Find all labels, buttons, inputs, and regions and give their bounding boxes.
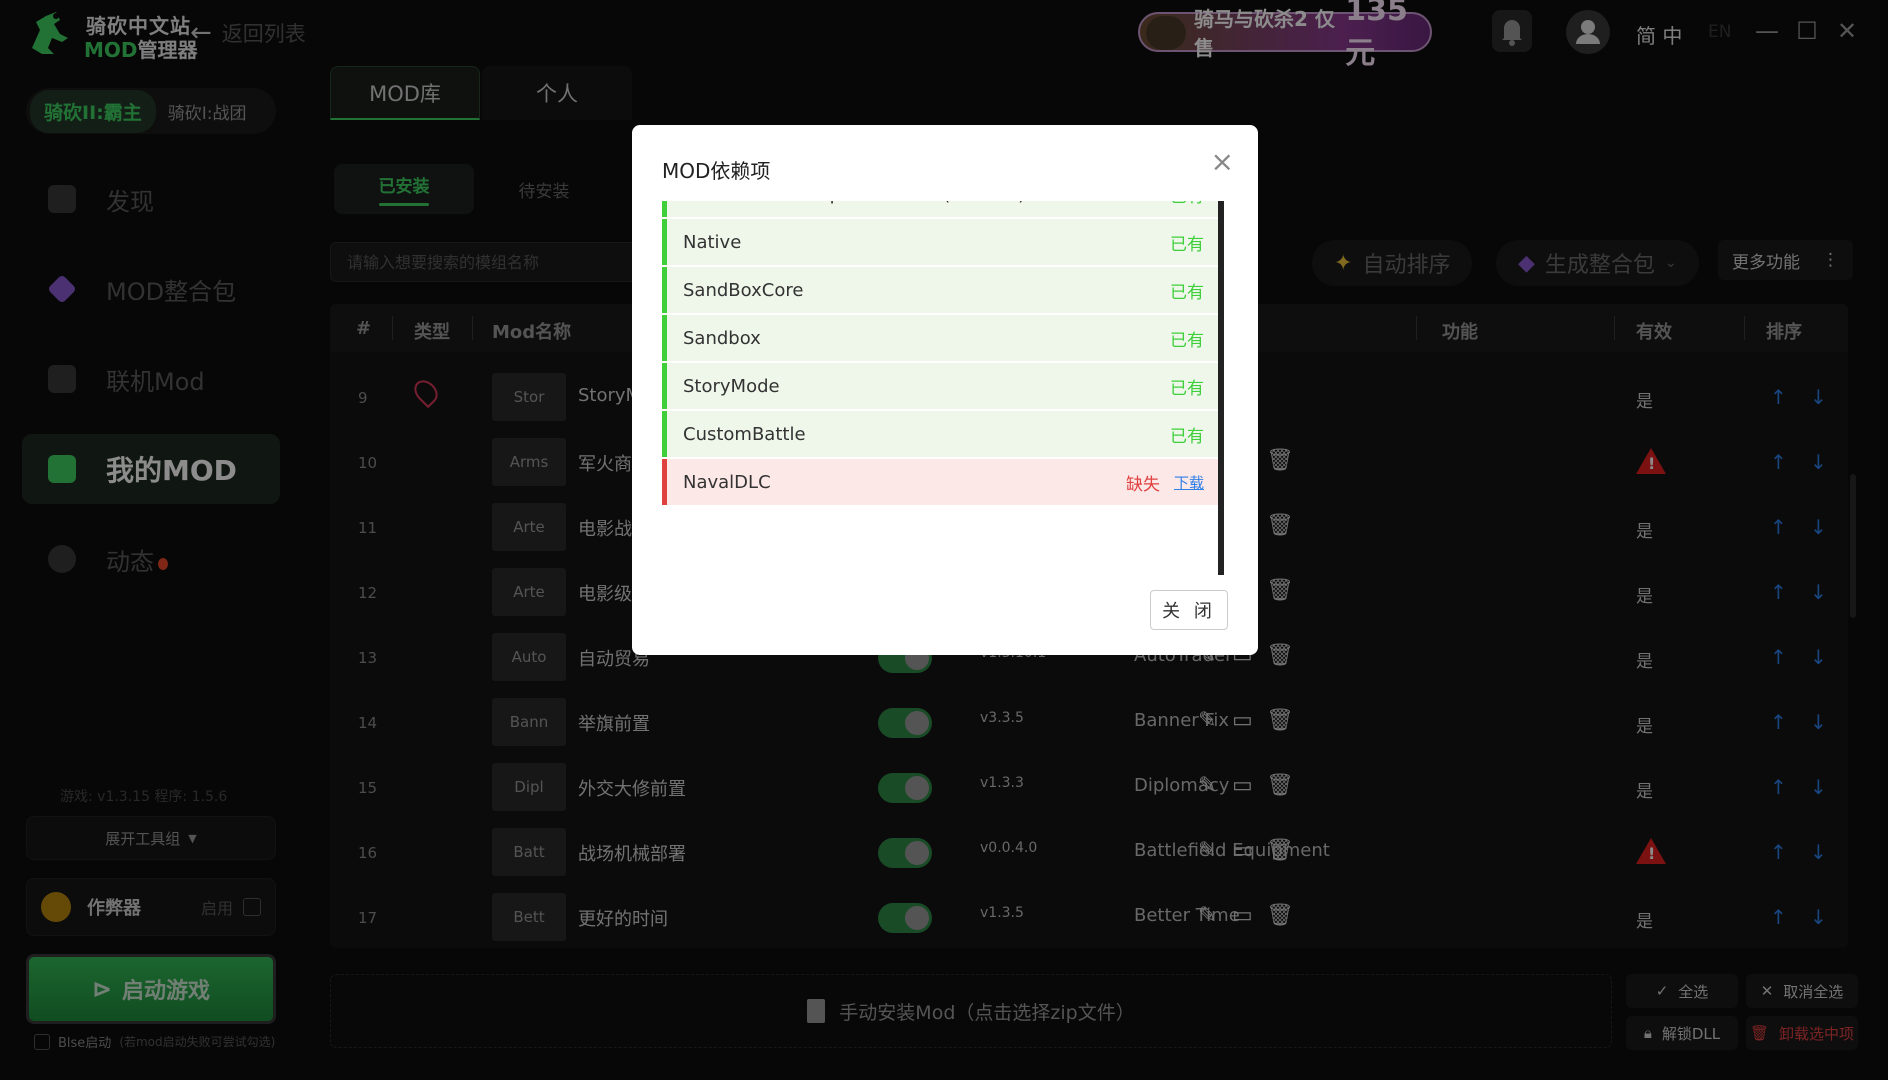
- dependency-name: Sandbox: [683, 327, 761, 349]
- dependency-item: Bannerlord.MBOptionScreen (v5.11.4) 已有: [662, 201, 1218, 217]
- dependency-item: SandBoxCore 已有: [662, 267, 1218, 313]
- dependency-item: Sandbox 已有: [662, 315, 1218, 361]
- dependency-status: 已有: [1170, 378, 1204, 399]
- dependency-item: NavalDLC 缺失 下载: [662, 459, 1218, 505]
- dependency-status: 已有: [1170, 201, 1204, 207]
- download-link[interactable]: 下载: [1174, 472, 1204, 493]
- dependency-modal: MOD依赖项 × Bannerlord.MBOptionScreen (v5.1…: [632, 125, 1258, 655]
- dependency-status: 已有: [1170, 330, 1204, 351]
- dependency-name: Bannerlord.MBOptionScreen (v5.11.4): [683, 201, 1025, 205]
- modal-close-button[interactable]: 关 闭: [1150, 590, 1228, 630]
- dependency-status: 已有: [1170, 234, 1204, 255]
- dependency-status: 已有: [1170, 282, 1204, 303]
- dependency-status: 已有: [1170, 426, 1204, 447]
- dependency-status: 缺失: [1125, 474, 1160, 495]
- dependency-scrollbar[interactable]: [1218, 201, 1224, 575]
- dependency-name: Native: [683, 231, 742, 253]
- dependency-item: CustomBattle 已有: [662, 411, 1218, 457]
- close-icon[interactable]: ×: [1211, 145, 1234, 178]
- dependency-name: StoryMode: [683, 375, 780, 397]
- dependency-name: CustomBattle: [683, 423, 806, 445]
- dependency-name: NavalDLC: [683, 471, 771, 493]
- dependency-list: Bannerlord.MBOptionScreen (v5.11.4)已有Nat…: [662, 201, 1222, 575]
- modal-title: MOD依赖项: [662, 159, 771, 183]
- dependency-item: Native 已有: [662, 219, 1218, 265]
- dependency-item: StoryMode 已有: [662, 363, 1218, 409]
- dependency-name: SandBoxCore: [683, 279, 804, 301]
